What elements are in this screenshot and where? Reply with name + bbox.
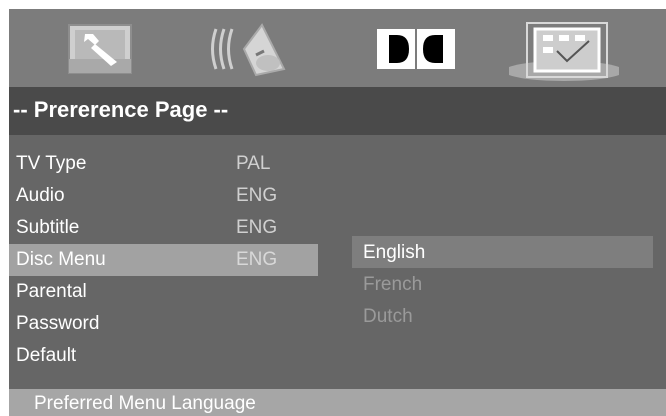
menu-item-tv-type[interactable]: TV Type PAL bbox=[9, 148, 329, 180]
menu-item-subtitle[interactable]: Subtitle ENG bbox=[9, 212, 329, 244]
option-english[interactable]: English bbox=[352, 236, 653, 268]
status-bar: Preferred Menu Language bbox=[9, 389, 666, 416]
menu-item-value: ENG bbox=[236, 249, 278, 270]
menu-item-label: Parental bbox=[16, 281, 87, 302]
tab-audio-setup[interactable] bbox=[204, 15, 314, 81]
page-title: -- Prererence Page -- bbox=[13, 97, 229, 122]
menu-item-default[interactable]: Default bbox=[9, 340, 329, 372]
title-bar: -- Prererence Page -- bbox=[9, 87, 666, 135]
menu-item-parental[interactable]: Parental bbox=[9, 276, 329, 308]
option-french[interactable]: French bbox=[352, 268, 653, 300]
option-dutch[interactable]: Dutch bbox=[352, 300, 653, 332]
settings-menu: TV Type PAL Audio ENG Subtitle ENG Disc … bbox=[9, 148, 329, 372]
menu-item-password[interactable]: Password bbox=[9, 308, 329, 340]
option-label: French bbox=[363, 274, 423, 295]
menu-item-audio[interactable]: Audio ENG bbox=[9, 180, 329, 212]
menu-item-disc-menu[interactable]: Disc Menu ENG bbox=[9, 244, 318, 276]
tab-general-setup[interactable] bbox=[49, 15, 159, 81]
speaker-icon bbox=[211, 23, 286, 77]
menu-item-value: PAL bbox=[236, 153, 271, 174]
dvd-setup-screen: -- Prererence Page -- TV Type PAL Audio … bbox=[9, 9, 666, 416]
language-options: English French Dutch bbox=[352, 236, 653, 332]
wrench-icon bbox=[68, 24, 132, 74]
menu-item-label: Default bbox=[16, 345, 77, 366]
menu-item-label: TV Type bbox=[16, 153, 87, 174]
tab-dolby-setup[interactable] bbox=[369, 15, 479, 81]
menu-item-label: Password bbox=[16, 313, 100, 334]
tab-preference-setup[interactable] bbox=[509, 15, 619, 81]
dolby-icon bbox=[377, 29, 455, 69]
status-text: Preferred Menu Language bbox=[34, 393, 256, 414]
menu-item-label: Subtitle bbox=[16, 217, 80, 238]
menu-item-label: Audio bbox=[16, 185, 65, 206]
menu-item-value: ENG bbox=[236, 185, 278, 206]
setup-tab-bar bbox=[9, 9, 666, 87]
checklist-icon bbox=[509, 22, 619, 81]
option-label: Dutch bbox=[363, 306, 413, 327]
option-label: English bbox=[363, 242, 426, 263]
menu-item-value: ENG bbox=[236, 217, 278, 238]
menu-item-label: Disc Menu bbox=[16, 249, 106, 270]
